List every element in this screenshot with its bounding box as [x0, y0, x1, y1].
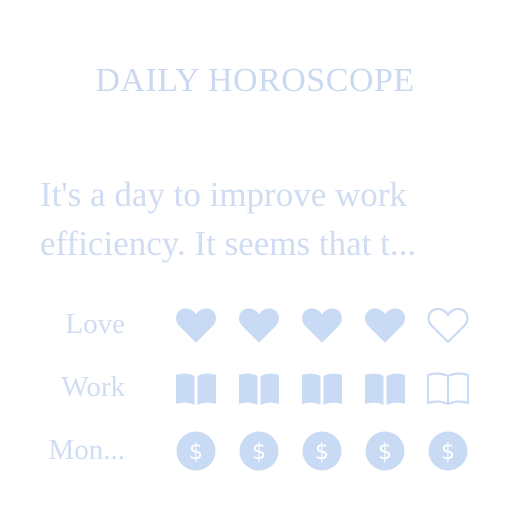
- heart-icon: [173, 302, 219, 348]
- svg-text:$: $: [315, 440, 329, 465]
- dollar-coin-icon: $: [236, 428, 282, 474]
- svg-text:$: $: [189, 440, 203, 465]
- book-icon: [362, 365, 408, 411]
- dollar-coin-icon: $: [173, 428, 219, 474]
- svg-text:$: $: [252, 440, 266, 465]
- svg-text:$: $: [378, 440, 392, 465]
- rating-row-love: Love: [0, 302, 510, 352]
- horoscope-description[interactable]: It's a day to improve work efficiency. I…: [40, 170, 480, 268]
- book-icon: [299, 365, 345, 411]
- rating-label-work: Work: [61, 371, 125, 403]
- page-title: DAILY HOROSCOPE: [95, 62, 415, 99]
- dollar-coin-icon: $: [299, 428, 345, 474]
- book-icon-outline: [425, 365, 471, 411]
- rating-row-money: Mon... $ $ $ $ $: [0, 428, 510, 478]
- book-icon: [173, 365, 219, 411]
- heart-icon: [362, 302, 408, 348]
- svg-text:$: $: [441, 440, 455, 465]
- dollar-coin-icon: $: [425, 428, 471, 474]
- rating-row-work: Work: [0, 365, 510, 415]
- book-icon: [236, 365, 282, 411]
- heart-icon: [299, 302, 345, 348]
- description-line-2: efficiency. It seems that t...: [40, 224, 417, 263]
- heart-icon-outline: [425, 302, 471, 348]
- description-line-1: It's a day to improve work: [40, 175, 407, 214]
- rating-label-money: Mon...: [48, 434, 125, 466]
- dollar-coin-icon: $: [362, 428, 408, 474]
- heart-icon: [236, 302, 282, 348]
- rating-label-love: Love: [65, 308, 125, 340]
